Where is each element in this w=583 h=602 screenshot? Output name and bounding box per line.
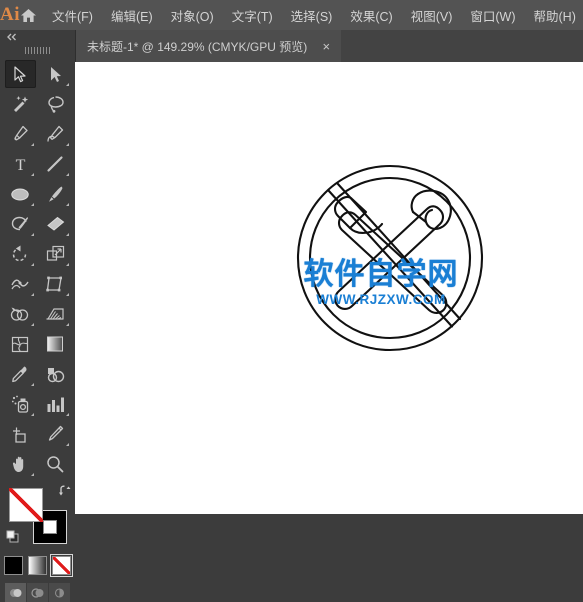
menu-help[interactable]: 帮助(H) — [525, 0, 583, 30]
free-transform-tool[interactable] — [40, 270, 71, 298]
perspective-grid-tool[interactable] — [40, 300, 71, 328]
panel-drag-handle[interactable] — [0, 44, 75, 56]
menu-type[interactable]: 文字(T) — [223, 0, 282, 30]
illustrator-window: Ai 文件(F) 编辑(E) 对象(O) 文字(T) 选择(S) 效果(C) 视… — [0, 0, 583, 514]
selection-tool[interactable] — [5, 60, 36, 88]
type-tool[interactable]: T — [5, 150, 36, 178]
tools-panel: T — [0, 30, 76, 514]
document-tab-bar: 未标题-1* @ 149.29% (CMYK/GPU 预览) × — [0, 30, 583, 62]
slice-tool[interactable] — [40, 420, 71, 448]
curvature-tool[interactable] — [40, 120, 71, 148]
shaper-tool[interactable] — [5, 210, 36, 238]
eraser-tool[interactable] — [40, 210, 71, 238]
draw-normal-button[interactable] — [5, 583, 26, 602]
magic-wand-tool[interactable] — [5, 90, 36, 118]
document-canvas[interactable]: 软件自学网 WWW.RJZXW.COM — [75, 62, 583, 514]
gradient-mode-button[interactable] — [28, 556, 47, 575]
rotate-tool[interactable] — [5, 240, 36, 268]
zoom-tool[interactable] — [40, 450, 71, 478]
scale-tool[interactable] — [40, 240, 71, 268]
menu-effect[interactable]: 效果(C) — [341, 0, 401, 30]
fill-none-indicator — [9, 488, 43, 522]
swap-fill-stroke-icon[interactable] — [58, 484, 71, 502]
close-icon[interactable]: × — [319, 40, 333, 53]
draw-inside-button[interactable] — [49, 583, 70, 602]
menu-object[interactable]: 对象(O) — [162, 0, 223, 30]
home-icon[interactable] — [20, 0, 37, 30]
document-tab[interactable]: 未标题-1* @ 149.29% (CMYK/GPU 预览) × — [75, 30, 341, 62]
artwork-no-mining-tools-sign[interactable] — [290, 150, 490, 370]
menu-bar: Ai 文件(F) 编辑(E) 对象(O) 文字(T) 选择(S) 效果(C) 视… — [0, 0, 583, 31]
color-mode-button[interactable] — [4, 556, 23, 575]
default-fill-stroke-icon[interactable] — [6, 530, 19, 548]
menu-view[interactable]: 视图(V) — [402, 0, 462, 30]
menu-edit[interactable]: 编辑(E) — [102, 0, 162, 30]
menu-select[interactable]: 选择(S) — [282, 0, 342, 30]
pen-tool[interactable] — [5, 120, 36, 148]
hand-tool[interactable] — [5, 450, 36, 478]
gradient-tool[interactable] — [40, 330, 71, 358]
ellipse-tool[interactable] — [5, 180, 36, 208]
shape-builder-tool[interactable] — [5, 300, 36, 328]
fill-swatch[interactable] — [9, 488, 43, 522]
symbol-sprayer-tool[interactable] — [5, 390, 36, 418]
fill-stroke-controls — [5, 486, 71, 548]
svg-text:T: T — [15, 157, 25, 173]
draw-mode-row — [0, 583, 75, 602]
blend-tool[interactable] — [40, 360, 71, 388]
app-logo: Ai — [0, 0, 20, 30]
menu-window[interactable]: 窗口(W) — [461, 0, 524, 30]
artboard-tool[interactable] — [5, 420, 36, 448]
width-tool[interactable] — [5, 270, 36, 298]
line-segment-tool[interactable] — [40, 150, 71, 178]
none-mode-button[interactable] — [52, 556, 71, 575]
paintbrush-tool[interactable] — [40, 180, 71, 208]
paint-mode-row — [0, 556, 75, 575]
eyedropper-tool[interactable] — [5, 360, 36, 388]
mesh-tool[interactable] — [5, 330, 36, 358]
collapse-panel-button[interactable] — [0, 30, 75, 44]
menu-file[interactable]: 文件(F) — [43, 0, 102, 30]
direct-selection-tool[interactable] — [40, 60, 71, 88]
column-graph-tool[interactable] — [40, 390, 71, 418]
lasso-tool[interactable] — [40, 90, 71, 118]
draw-behind-button[interactable] — [27, 583, 48, 602]
tool-grid: T — [0, 60, 75, 478]
document-tab-title: 未标题-1* @ 149.29% (CMYK/GPU 预览) — [87, 38, 307, 55]
